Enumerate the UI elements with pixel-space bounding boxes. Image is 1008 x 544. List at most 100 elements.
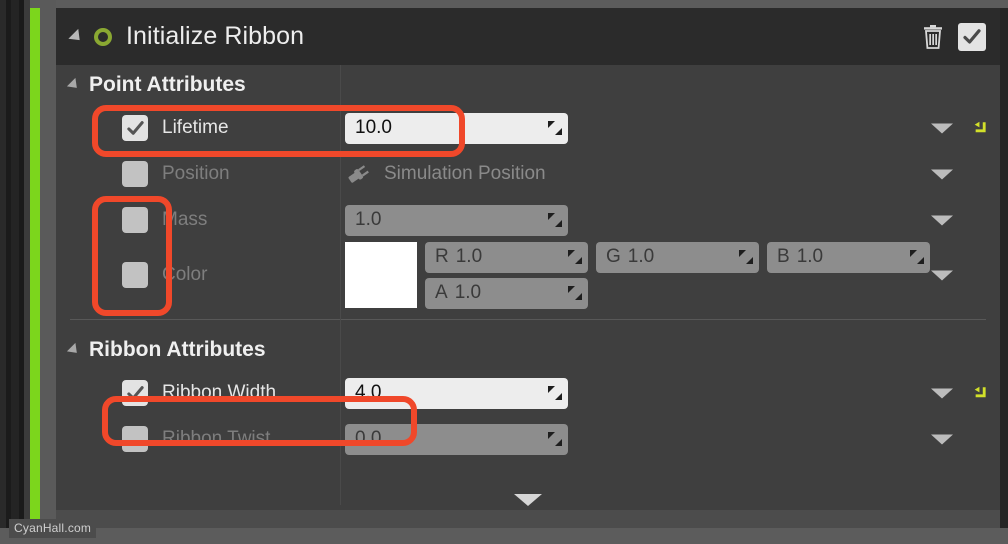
channel-prefix: B [777,246,790,267]
triangle-collapse-icon[interactable] [66,77,82,93]
drag-handle-icon[interactable] [568,250,582,264]
module-header-actions [922,22,986,51]
property-label-cell: Ribbon Twist [56,426,340,452]
drag-handle-icon[interactable] [548,386,562,400]
panel-footer-strip [56,510,1000,528]
property-checkbox-ribbon-twist[interactable] [122,426,148,452]
reset-placeholder [969,165,988,184]
color-channel-line-rgb: R 1.0 G 1.0 B 1.0 [425,241,930,273]
property-value-cell: 0.0 [340,423,1000,455]
drag-handle-icon[interactable] [910,250,924,264]
channel-prefix: G [606,246,621,267]
channel-value: 1.0 [455,246,483,267]
chevron-down-icon[interactable] [931,169,953,179]
section-divider [70,319,986,320]
property-value-cell: 4.0 [340,377,1000,409]
row-controls [931,266,988,285]
section-header-ribbon-attributes[interactable]: Ribbon Attributes [56,330,1000,370]
property-checkbox-color[interactable] [122,262,148,288]
property-label-cell: Lifetime [56,115,340,141]
ribbon-twist-value: 0.0 [355,428,382,449]
color-swatch[interactable] [345,242,417,308]
color-channel-g[interactable]: G 1.0 [596,241,759,273]
color-channel-line-alpha: A 1.0 [425,277,930,309]
property-label: Lifetime [162,117,229,138]
expand-more-icon[interactable] [514,494,542,506]
watermark: CyanHall.com [9,519,97,538]
property-label: Position [162,163,230,184]
drag-handle-icon[interactable] [568,286,582,300]
drag-handle-icon[interactable] [548,432,562,446]
particle-module-panel: Initialize Ribbon Point Attributes Lifet… [0,0,1008,544]
property-label-cell: Mass [56,207,340,233]
property-row-ribbon-twist: Ribbon Twist 0.0 [56,416,1000,462]
reset-placeholder [969,211,988,230]
window-top-strip [0,0,1008,8]
color-channel-a[interactable]: A 1.0 [425,277,588,309]
module-header[interactable]: Initialize Ribbon [56,8,1000,65]
module-enabled-accent-bar [30,8,40,536]
color-channel-fields: R 1.0 G 1.0 B 1.0 A 1.0 [425,241,930,309]
module-enabled-checkbox[interactable] [958,22,986,51]
reset-placeholder [969,430,988,449]
module-panel: Initialize Ribbon Point Attributes Lifet… [56,8,1000,528]
property-row-position: Position Simulation Position [56,151,1000,197]
left-rail-mid [11,0,19,544]
left-rail-light-gutter [40,0,56,544]
ribbon-width-value: 4.0 [355,382,382,403]
window-bottom-strip [0,528,1008,544]
mass-value: 1.0 [355,209,382,230]
linked-source-display[interactable]: Simulation Position [345,162,546,186]
drag-handle-icon[interactable] [739,250,753,264]
ribbon-width-number-input[interactable]: 4.0 [345,377,568,409]
channel-value: 1.0 [627,246,655,267]
mass-number-input[interactable]: 1.0 [345,204,568,236]
property-value-cell: 10.0 [340,112,1000,144]
chevron-down-icon[interactable] [931,434,953,444]
property-label: Color [162,264,208,285]
property-label-cell: Ribbon Width [56,380,340,406]
drag-handle-icon[interactable] [548,213,562,227]
row-controls [931,165,988,184]
chevron-down-icon[interactable] [931,215,953,225]
channel-prefix: R [435,246,449,267]
section-title-label: Ribbon Attributes [89,338,266,361]
section-title-label: Point Attributes [89,73,246,96]
module-body: Point Attributes Lifetime 10.0 Position … [56,65,1000,528]
reset-to-default-icon[interactable] [969,119,988,138]
property-value-cell: 1.0 [340,204,1000,236]
chevron-down-icon[interactable] [931,388,953,398]
trash-icon[interactable] [922,24,944,49]
reset-to-default-icon[interactable] [969,384,988,403]
triangle-collapse-icon[interactable] [66,342,82,358]
lifetime-number-input[interactable]: 10.0 [345,112,568,144]
property-value-cell: Simulation Position [340,162,1000,186]
drag-handle-icon[interactable] [548,121,562,135]
row-controls [931,119,988,138]
property-row-lifetime: Lifetime 10.0 [56,105,1000,151]
expand-more-button[interactable] [56,494,1000,506]
channel-value: 1.0 [454,282,482,303]
reset-placeholder [969,266,988,285]
property-row-mass: Mass 1.0 [56,197,1000,243]
triangle-collapse-icon[interactable] [68,28,85,45]
row-controls [931,430,988,449]
property-checkbox-lifetime[interactable] [122,115,148,141]
color-channel-b[interactable]: B 1.0 [767,241,930,273]
channel-prefix: A [435,282,448,303]
property-row-ribbon-width: Ribbon Width 4.0 [56,370,1000,416]
property-checkbox-mass[interactable] [122,207,148,233]
chevron-down-icon[interactable] [931,123,953,133]
property-checkbox-ribbon-width[interactable] [122,380,148,406]
property-label-cell: Position [56,161,340,187]
property-label: Ribbon Width [162,382,277,403]
section-header-point-attributes[interactable]: Point Attributes [56,65,1000,105]
chevron-down-icon[interactable] [931,270,953,280]
row-controls [931,384,988,403]
color-channel-r[interactable]: R 1.0 [425,241,588,273]
green-ring-icon [94,27,112,46]
plug-icon [348,165,369,183]
property-label: Ribbon Twist [162,428,271,449]
ribbon-twist-number-input[interactable]: 0.0 [345,423,568,455]
property-checkbox-position[interactable] [122,161,148,187]
